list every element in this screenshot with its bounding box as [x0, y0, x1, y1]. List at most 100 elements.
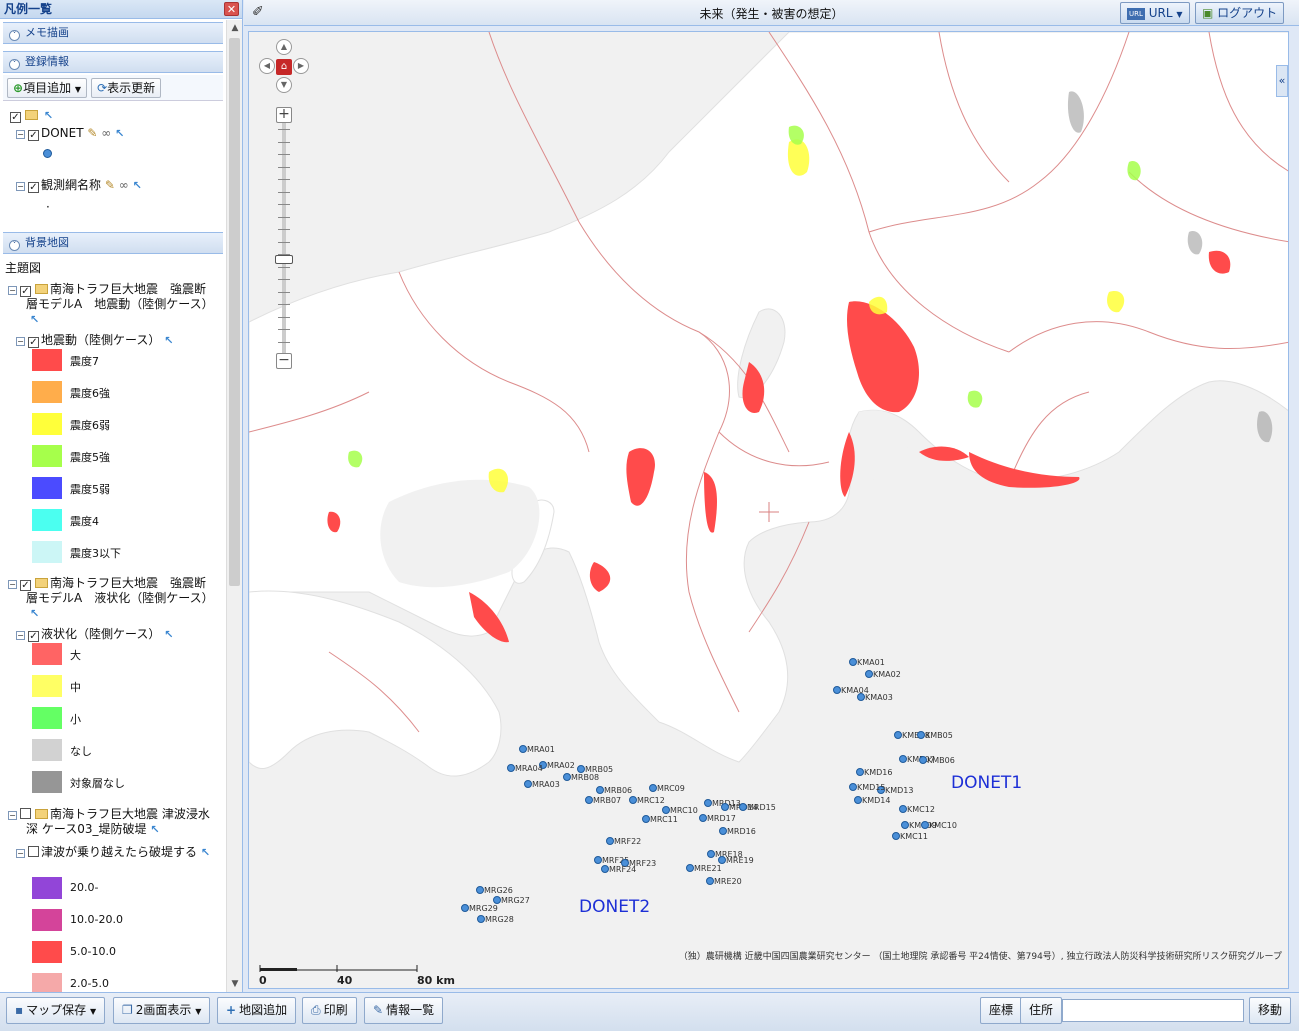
- edit-icon[interactable]: ✎: [105, 178, 115, 192]
- map-pin-icon[interactable]: [686, 864, 694, 872]
- coords-button[interactable]: 座標: [980, 997, 1023, 1024]
- checkbox[interactable]: ✓: [28, 631, 39, 642]
- station-marker[interactable]: KMA02: [865, 670, 901, 679]
- edit-icon[interactable]: ✎: [87, 126, 97, 140]
- station-marker[interactable]: MRE21: [686, 864, 722, 873]
- station-marker[interactable]: KMD16: [856, 768, 893, 777]
- station-marker[interactable]: MRC11: [642, 815, 678, 824]
- scroll-thumb[interactable]: [229, 38, 240, 586]
- add-item-button[interactable]: ⊕項目追加 ▼: [7, 78, 88, 98]
- checkbox[interactable]: ✓: [28, 130, 39, 141]
- close-icon[interactable]: ✕: [224, 2, 239, 16]
- checkbox[interactable]: ✓: [28, 182, 39, 193]
- save-map-button[interactable]: ▪ マップ保存 ▼: [6, 997, 106, 1024]
- link-icon[interactable]: ∞: [119, 178, 129, 192]
- station-marker[interactable]: KMD14: [854, 796, 891, 805]
- collapse-icon[interactable]: ˅: [9, 59, 20, 70]
- checkbox[interactable]: ✓: [20, 286, 31, 297]
- zoom-slider[interactable]: + −: [275, 107, 293, 369]
- group-seismic[interactable]: − ✓ 南海トラフ巨大地震 強震断 層モデルA 地震動（陸側ケース） ↖: [8, 282, 214, 327]
- map-pin-icon[interactable]: [577, 765, 585, 773]
- collapse-icon[interactable]: −: [8, 286, 17, 295]
- map-pin-icon[interactable]: [718, 856, 726, 864]
- arrow-icon[interactable]: ↖: [164, 628, 173, 641]
- map-pin-icon[interactable]: [854, 796, 862, 804]
- registered-item-network-name[interactable]: − ✓ 観測網名称 ✎ ∞ ↖: [16, 176, 142, 193]
- dual-view-button[interactable]: ❐ 2画面表示 ▼: [113, 997, 211, 1024]
- station-marker[interactable]: KMC11: [892, 832, 928, 841]
- arrow-icon[interactable]: ↖: [8, 607, 39, 620]
- collapse-icon[interactable]: −: [16, 182, 25, 191]
- station-marker[interactable]: KMB05: [917, 731, 953, 740]
- map-pin-icon[interactable]: [629, 796, 637, 804]
- station-marker[interactable]: MRD16: [719, 827, 756, 836]
- arrow-icon[interactable]: ↖: [8, 313, 39, 326]
- section-registered[interactable]: ˅ 登録情報: [3, 51, 223, 73]
- map-pin-icon[interactable]: [849, 658, 857, 666]
- map-pin-icon[interactable]: [642, 815, 650, 823]
- station-marker[interactable]: MRA04: [507, 764, 543, 773]
- move-button[interactable]: 移動: [1249, 997, 1292, 1024]
- pan-down-icon[interactable]: ▼: [276, 77, 292, 93]
- scroll-up-icon[interactable]: ▲: [227, 20, 243, 36]
- station-marker[interactable]: MRA02: [539, 761, 575, 770]
- scroll-down-icon[interactable]: ▼: [227, 976, 243, 992]
- pan-left-icon[interactable]: ◀: [259, 58, 275, 74]
- station-marker[interactable]: KMC12: [899, 805, 935, 814]
- logout-button[interactable]: ▣ ログアウト: [1195, 2, 1285, 24]
- network-label-donet2[interactable]: DONET2: [579, 897, 650, 917]
- group-tsunami[interactable]: − 南海トラフ巨大地震 津波浸水 深 ケース03_堤防破堤 ↖: [8, 807, 210, 837]
- pan-up-icon[interactable]: ▲: [276, 39, 292, 55]
- station-marker[interactable]: MRD15: [739, 803, 776, 812]
- zoom-thumb[interactable]: [275, 255, 293, 264]
- station-marker[interactable]: MRB05: [577, 765, 613, 774]
- pan-right-icon[interactable]: ▶: [293, 58, 309, 74]
- map-pin-icon[interactable]: [563, 773, 571, 781]
- station-marker[interactable]: KMA01: [849, 658, 885, 667]
- zoom-track[interactable]: [282, 123, 286, 353]
- station-marker[interactable]: MRE20: [706, 877, 742, 886]
- location-input[interactable]: [1062, 999, 1244, 1022]
- map-pin-icon[interactable]: [833, 686, 841, 694]
- layer-liquefaction[interactable]: − ✓ 液状化（陸側ケース） ↖: [16, 625, 173, 642]
- url-button[interactable]: URL URL ▼: [1120, 2, 1190, 24]
- collapse-icon[interactable]: ˅: [9, 240, 20, 251]
- map-pin-icon[interactable]: [921, 821, 929, 829]
- map-canvas[interactable]: ▲ ◀ ⌂ ▶ ▼ + − « KMA01 KMA02 KMA04 KMA03 KMB0…: [248, 31, 1289, 989]
- collapse-icon[interactable]: −: [16, 631, 25, 640]
- collapse-icon[interactable]: −: [16, 337, 25, 346]
- layer-seismic[interactable]: − ✓ 地震動（陸側ケース） ↖: [16, 331, 173, 348]
- map-pin-icon[interactable]: [721, 803, 729, 811]
- map-pin-icon[interactable]: [707, 850, 715, 858]
- link-icon[interactable]: ∞: [101, 126, 111, 140]
- station-marker[interactable]: MRD17: [699, 814, 736, 823]
- checkbox[interactable]: ✓: [20, 580, 31, 591]
- legend-scrollbar[interactable]: ▲ ▼: [226, 20, 242, 992]
- station-marker[interactable]: MRB08: [563, 773, 599, 782]
- map-pin-icon[interactable]: [894, 731, 902, 739]
- map-pin-icon[interactable]: [699, 814, 707, 822]
- section-memo[interactable]: ˅ メモ描画: [3, 22, 223, 44]
- map-pin-icon[interactable]: [519, 745, 527, 753]
- checkbox[interactable]: ✓: [28, 337, 39, 348]
- station-marker[interactable]: MRA03: [524, 780, 560, 789]
- map-pin-icon[interactable]: [524, 780, 532, 788]
- map-pin-icon[interactable]: [606, 837, 614, 845]
- group-liquefaction[interactable]: − ✓ 南海トラフ巨大地震 強震断 層モデルA 液状化（陸側ケース） ↖: [8, 576, 214, 621]
- station-marker[interactable]: KMC10: [921, 821, 957, 830]
- home-icon[interactable]: ⌂: [276, 59, 292, 75]
- section-background[interactable]: ˅ 背景地図: [3, 232, 223, 254]
- checkbox[interactable]: [20, 808, 31, 819]
- station-marker[interactable]: MRG29: [461, 904, 498, 913]
- station-marker[interactable]: MRF24: [601, 865, 636, 874]
- station-marker[interactable]: MRC10: [662, 806, 698, 815]
- map-pin-icon[interactable]: [917, 731, 925, 739]
- map-pin-icon[interactable]: [899, 805, 907, 813]
- map-pin-icon[interactable]: [719, 827, 727, 835]
- map-pin-icon[interactable]: [919, 756, 927, 764]
- network-label-donet1[interactable]: DONET1: [951, 773, 1022, 793]
- map-pin-icon[interactable]: [507, 764, 515, 772]
- layer-tsunami[interactable]: − 津波が乗り越えたら破堤する ↖: [16, 843, 210, 860]
- collapse-icon[interactable]: −: [16, 849, 25, 858]
- station-marker[interactable]: KMD15: [849, 783, 886, 792]
